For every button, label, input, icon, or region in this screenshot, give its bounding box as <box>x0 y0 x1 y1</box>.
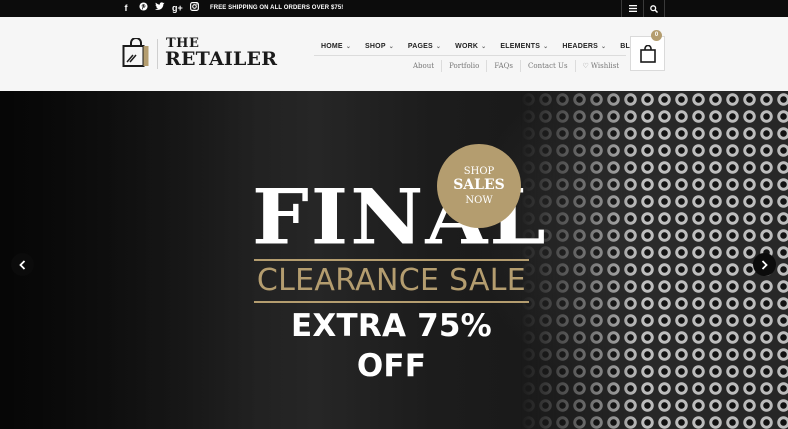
nav-item-headers[interactable]: HEADERS ⌄ <box>555 39 613 53</box>
hero-background-model <box>520 91 788 429</box>
nav-item-shop[interactable]: SHOP ⌄ <box>358 39 401 53</box>
badge-line-1: SHOP <box>463 166 495 177</box>
subnav-item-wishlist[interactable]: ♡ Wishlist <box>574 60 627 72</box>
chevron-right-icon <box>761 259 768 270</box>
subnav-item-contact[interactable]: Contact Us <box>520 60 575 72</box>
main-navigation: HOME ⌄ SHOP ⌄ PAGES ⌄ WORK ⌄ ELEMENTS ⌄ HEADE… <box>314 39 648 53</box>
hero-rule-top <box>254 259 529 261</box>
chevron-down-icon: ⌄ <box>600 43 607 50</box>
hero-rule-bottom <box>254 301 529 303</box>
slider-next-button[interactable] <box>753 253 776 276</box>
badge-line-3: NOW <box>465 195 493 206</box>
chevron-down-icon: ⌄ <box>435 43 442 50</box>
heart-icon: ♡ <box>582 62 589 70</box>
nav-item-home[interactable]: HOME ⌄ <box>314 39 358 53</box>
subnav-item-about[interactable]: About <box>406 60 441 72</box>
facebook-icon[interactable]: f <box>121 0 131 17</box>
nav-divider <box>314 55 626 56</box>
shopping-bag-icon <box>639 44 656 63</box>
nav-item-label: HEADERS <box>562 42 598 50</box>
hero-subheadline: CLEARANCE SALE <box>256 263 527 298</box>
chevron-down-icon: ⌄ <box>345 43 352 50</box>
nav-item-label: HOME <box>321 42 343 50</box>
logo-text-retailer[interactable]: RETAILER <box>165 48 277 70</box>
wishlist-label: Wishlist <box>590 62 620 70</box>
hero-shadow <box>0 91 260 429</box>
subnav-item-portfolio[interactable]: Portfolio <box>441 60 486 72</box>
search-button[interactable] <box>643 0 665 17</box>
instagram-icon[interactable] <box>189 0 199 17</box>
nav-item-elements[interactable]: ELEMENTS ⌄ <box>493 39 555 53</box>
shop-sales-now-badge[interactable]: SHOP SALES NOW <box>437 144 521 228</box>
search-icon <box>650 4 658 13</box>
social-links: f g+ <box>121 0 199 17</box>
site-header: THE RETAILER HOME ⌄ SHOP ⌄ PAGES ⌄ WORK ⌄ EL… <box>0 17 788 91</box>
chevron-down-icon: ⌄ <box>388 43 394 50</box>
secondary-navigation: About Portfolio FAQs Contact Us ♡ Wishlis… <box>406 60 626 72</box>
nav-item-label: PAGES <box>407 42 433 50</box>
nav-item-label: SHOP <box>365 42 386 50</box>
free-shipping-notice: FREE SHIPPING ON ALL ORDERS OVER $75! <box>210 5 344 11</box>
menu-button[interactable] <box>621 0 643 17</box>
chevron-left-icon <box>19 259 26 270</box>
slider-prev-button[interactable] <box>11 253 34 276</box>
chevron-down-icon: ⌄ <box>543 43 549 50</box>
twitter-icon[interactable] <box>155 0 165 17</box>
hero-slider: FINAL SHOP SALES NOW CLEARANCE SALE EXTR… <box>0 91 788 429</box>
logo-divider <box>157 39 158 69</box>
google-plus-icon[interactable]: g+ <box>172 0 183 17</box>
nav-item-pages[interactable]: PAGES ⌄ <box>401 39 448 53</box>
pinterest-icon[interactable] <box>138 0 148 17</box>
nav-item-work[interactable]: WORK ⌄ <box>448 39 493 53</box>
cart-button[interactable] <box>630 36 665 71</box>
subnav-item-faqs[interactable]: FAQs <box>486 60 520 72</box>
topbar-actions <box>621 0 665 17</box>
nav-item-label: WORK <box>455 42 479 50</box>
badge-line-2: SALES <box>453 177 505 193</box>
hamburger-icon <box>628 5 637 12</box>
chevron-down-icon: ⌄ <box>481 43 487 50</box>
cart-count-badge: 0 <box>651 30 662 41</box>
shopping-bag-logo-icon[interactable] <box>122 37 150 73</box>
top-bar: f g+ FREE SHIPPING ON ALL ORDERS OVER $7… <box>0 0 788 17</box>
nav-item-label: ELEMENTS <box>500 42 541 50</box>
hero-offer: EXTRA 75% OFF <box>291 308 492 384</box>
